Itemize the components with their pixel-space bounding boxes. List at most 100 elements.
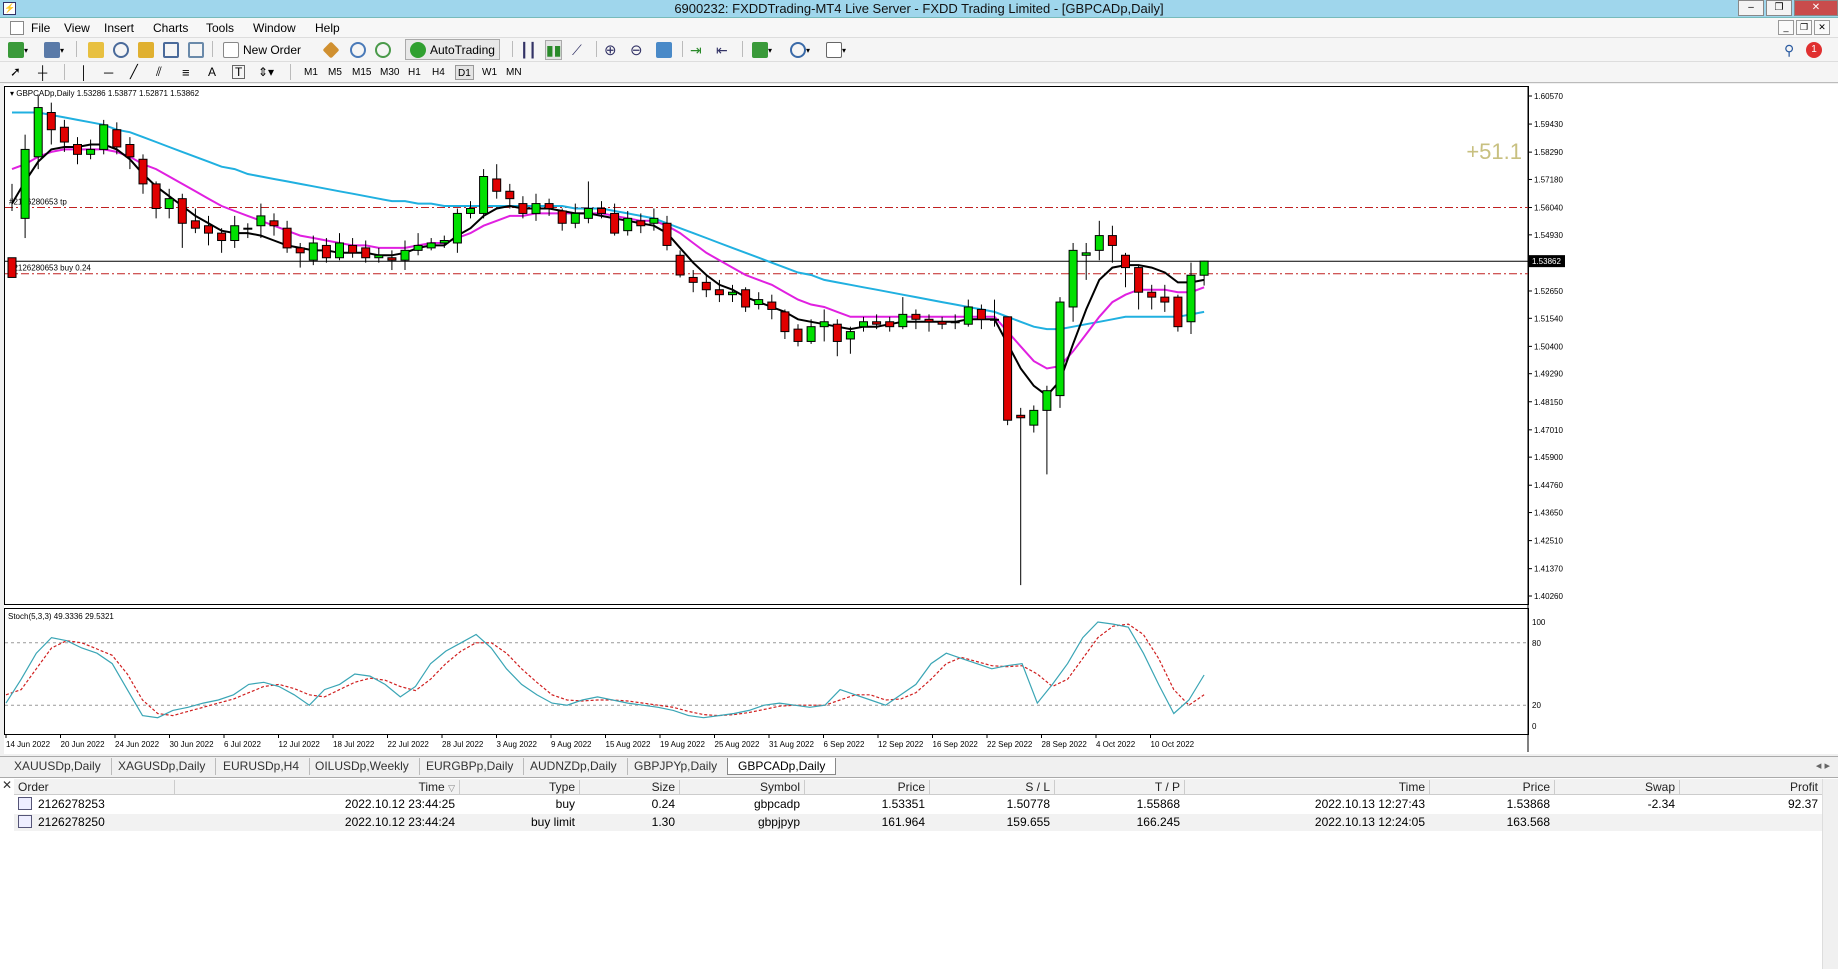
col-time[interactable]: Time ▽ (174, 780, 459, 795)
timeframe-h4[interactable]: H4 (430, 65, 447, 80)
menu-charts[interactable]: Charts (153, 21, 188, 35)
date-axis-label: 31 Aug 2022 (769, 740, 814, 749)
price-chart[interactable]: #2126280653 tp #2126280653 buy 0.24 ▾ GBPC… (4, 84, 1838, 754)
zoom-out-button[interactable]: ⊖ (630, 40, 643, 60)
col-price[interactable]: Price (804, 780, 929, 795)
col-profit[interactable]: Profit (1679, 780, 1822, 795)
line-chart-button[interactable]: ⟋ (572, 40, 582, 60)
close-button[interactable]: ✕ (1794, 0, 1838, 16)
chart-window[interactable]: #2126280653 tp #2126280653 buy 0.24 ▾ GBPC… (4, 84, 1838, 754)
date-axis-label: 22 Sep 2022 (987, 740, 1033, 749)
tab-eurgbp[interactable]: EURGBPp,Daily (416, 758, 525, 775)
menu-help[interactable]: Help (315, 21, 340, 35)
experts-button[interactable] (350, 40, 366, 60)
tab-xagusd[interactable]: XAGUSDp,Daily (108, 758, 217, 775)
tp-label: #2126280653 tp (9, 198, 67, 207)
terminal-button[interactable] (163, 40, 179, 60)
table-row[interactable]: 2126278250 2022.10.12 23:44:24 buy limit… (14, 814, 1822, 831)
col-swap[interactable]: Swap (1554, 780, 1679, 795)
tab-eurusd[interactable]: EURUSDp,H4 (213, 758, 311, 775)
col-symbol[interactable]: Symbol (679, 780, 804, 795)
col-tp[interactable]: T / P (1054, 780, 1184, 795)
mdi-restore-button[interactable]: ❐ (1796, 20, 1812, 35)
col-sl[interactable]: S / L (929, 780, 1054, 795)
data-window-button[interactable] (113, 40, 129, 60)
mdi-minimize-button[interactable]: _ (1778, 20, 1794, 35)
chart-shift-button[interactable]: ⇤ (716, 40, 728, 60)
cursor-button[interactable]: ➚ (10, 62, 21, 82)
periods-button[interactable]: ▾ (790, 40, 810, 60)
col-current-price[interactable]: Price (1429, 780, 1554, 795)
horizontal-line-button[interactable]: ─ (104, 62, 113, 82)
search-button[interactable]: ⚲ (1784, 40, 1794, 60)
strategy-tester-button[interactable] (188, 40, 204, 60)
chart-shift-icon: ⇤ (716, 41, 728, 58)
col-close-time[interactable]: Time (1184, 780, 1429, 795)
text-label-button[interactable]: T (232, 62, 246, 82)
bull-candle (335, 242, 344, 259)
timeframe-m1[interactable]: M1 (302, 65, 320, 80)
timeframe-m15[interactable]: M15 (350, 65, 373, 80)
mdi-close-button[interactable]: ✕ (1814, 20, 1830, 35)
templates-button[interactable]: ▾ (826, 40, 846, 60)
notifications-button[interactable]: 1 (1806, 40, 1822, 60)
tab-audnzd[interactable]: AUDNZDp,Daily (520, 758, 628, 775)
vertical-line-button[interactable]: │ (80, 62, 88, 82)
tab-gbpcad[interactable]: GBPCADp,Daily (727, 758, 837, 775)
menu-window[interactable]: Window (253, 21, 296, 35)
timeframe-mn[interactable]: MN (504, 65, 524, 80)
tab-oilusd[interactable]: OILUSDp,Weekly (305, 758, 420, 775)
timeframe-m5[interactable]: M5 (326, 65, 344, 80)
col-type[interactable]: Type (459, 780, 579, 795)
col-order[interactable]: Order (14, 780, 174, 795)
signals-button[interactable] (375, 40, 391, 60)
menu-tools[interactable]: Tools (206, 21, 234, 35)
arrows-button[interactable]: ⇕▾ (258, 62, 274, 82)
profiles-button[interactable]: ▾ (44, 40, 64, 60)
crosshair-tool-button[interactable]: ┼ (38, 62, 47, 82)
bull-candle (33, 107, 43, 158)
terminal-scrollbar[interactable] (1822, 779, 1838, 969)
indicators-button[interactable]: ▾ (752, 40, 772, 60)
new-order-button[interactable]: New Order (220, 40, 304, 60)
new-chart-button[interactable]: ▾ (8, 40, 28, 60)
candlestick-button[interactable]: ▮▮ (545, 40, 563, 60)
restore-button[interactable]: ❐ (1766, 0, 1792, 16)
bull-candle (374, 254, 384, 259)
tab-gbpjpy[interactable]: GBPJPYp,Daily (624, 758, 729, 775)
timeframe-m30[interactable]: M30 (378, 65, 401, 80)
menu-insert[interactable]: Insert (104, 21, 134, 35)
type-cell: buy limit (530, 815, 575, 829)
channel-button[interactable]: ⫽ (156, 62, 162, 82)
tile-windows-button[interactable] (656, 40, 672, 60)
trendline-button[interactable]: ╱ (130, 62, 138, 82)
meta-editor-button[interactable] (322, 40, 340, 60)
bear-candle (1134, 267, 1144, 293)
bar-chart-button[interactable]: ┃┃ (520, 40, 537, 60)
menu-file[interactable]: File (31, 21, 50, 35)
bull-candle (400, 249, 410, 261)
menu-view[interactable]: View (64, 21, 90, 35)
tab-scroll-arrows[interactable]: ◂ ▸ (1816, 759, 1830, 772)
time-cell: 2022.10.12 23:44:25 (344, 797, 455, 811)
auto-trading-button[interactable]: AutoTrading (405, 39, 500, 60)
timeframe-d1[interactable]: D1 (455, 65, 474, 80)
bull-candle (1094, 235, 1104, 251)
terminal-close-button[interactable]: ✕ (2, 778, 12, 792)
price-axis-label: 1.51540 (1534, 314, 1563, 323)
date-axis-label: 25 Aug 2022 (715, 740, 760, 749)
text-button[interactable]: A (208, 62, 216, 82)
timeframe-w1[interactable]: W1 (480, 65, 499, 80)
auto-scroll-button[interactable]: ⇥ (690, 40, 702, 60)
table-row[interactable]: 2126278253 2022.10.12 23:44:25 buy 0.24 … (14, 796, 1822, 813)
timeframe-h1[interactable]: H1 (406, 65, 423, 80)
tab-xauusd[interactable]: XAUUSDp,Daily (4, 758, 112, 775)
col-size[interactable]: Size (579, 780, 679, 795)
market-watch-button[interactable] (88, 40, 104, 60)
fibonacci-button[interactable]: ≡ (182, 62, 190, 82)
bear-candle (662, 222, 672, 246)
zoom-in-button[interactable]: ⊕ (604, 40, 617, 60)
navigator-button[interactable] (138, 40, 154, 60)
minimize-button[interactable]: – (1738, 0, 1764, 16)
price-axis-label: 1.49290 (1534, 370, 1563, 379)
